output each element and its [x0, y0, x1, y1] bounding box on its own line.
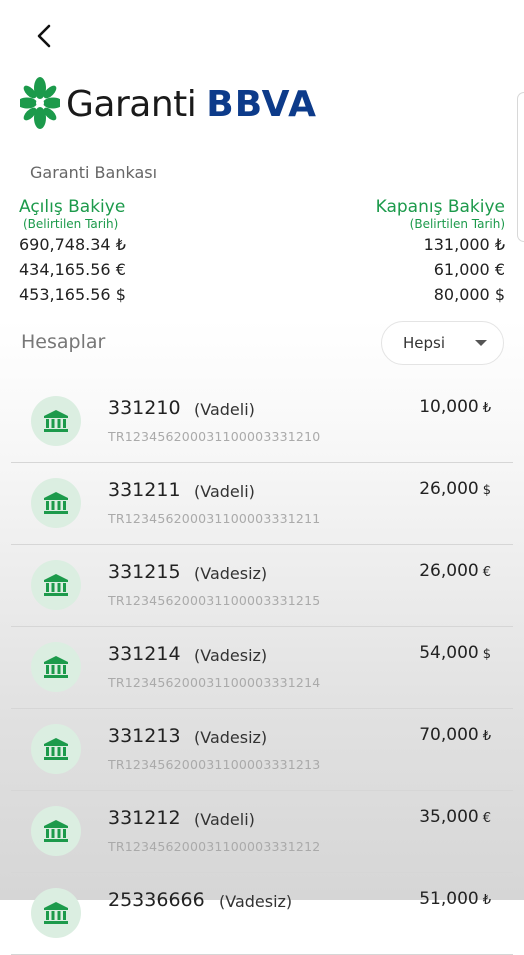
account-type: (Vadesiz) [194, 646, 268, 665]
account-amount: 26,000 $ [419, 479, 491, 499]
side-panel-handle[interactable] [517, 92, 524, 242]
currency-symbol: $ [482, 647, 491, 662]
amount-value: 10,000 [419, 397, 479, 417]
back-button[interactable] [28, 18, 64, 54]
account-number: 331211 [108, 479, 181, 501]
account-row[interactable]: 331212 (Vadeli) TR123456200031100003331212… [11, 791, 513, 873]
account-amount: 54,000 $ [419, 643, 491, 663]
account-iban: TR123456200031100003331210 [108, 429, 321, 444]
brand-suffix: BBVA [206, 83, 317, 125]
amount-value: 26,000 [419, 479, 479, 499]
account-row[interactable]: 331210 (Vadeli) TR123456200031100003331210… [11, 381, 513, 463]
account-type: (Vadesiz) [194, 564, 268, 583]
account-row[interactable]: 331214 (Vadesiz) TR12345620003110000333121… [11, 627, 513, 709]
brand-name: Garanti [66, 83, 197, 125]
opening-balance-subtitle: (Belirtilen Tarih) [23, 217, 119, 231]
caret-down-icon [475, 340, 487, 346]
chevron-left-icon [37, 24, 51, 48]
closing-balance-subtitle: (Belirtilen Tarih) [409, 217, 505, 231]
account-filter-dropdown[interactable]: Hepsi [381, 321, 504, 365]
account-amount: 35,000 € [419, 807, 491, 827]
account-amount: 10,000 ₺ [419, 397, 491, 417]
currency-symbol: € [482, 565, 491, 580]
currency-symbol: € [482, 811, 491, 826]
account-number: 25336666 [108, 889, 205, 911]
bank-building-icon [31, 560, 81, 610]
closing-balance-try: 131,000 ₺ [423, 235, 505, 254]
opening-balance-try: 690,748.34 ₺ [19, 235, 126, 254]
amount-value: 35,000 [419, 807, 479, 827]
currency-symbol: ₺ [482, 893, 491, 908]
amount-value: 51,000 [419, 889, 479, 909]
account-type: (Vadeli) [194, 400, 255, 419]
closing-balance: Kapanış Bakiye (Belirtilen Tarih) 131,00… [376, 197, 505, 307]
clover-logo-icon [20, 77, 60, 129]
currency-symbol: $ [482, 483, 491, 498]
closing-balance-title: Kapanış Bakiye [375, 197, 505, 217]
account-number: 331210 [108, 397, 181, 419]
account-iban: TR123456200031100003331215 [108, 593, 321, 608]
filter-selected-value: Hepsi [403, 334, 446, 352]
account-amount: 70,000 ₺ [419, 725, 491, 745]
bank-name: Garanti Bankası [30, 163, 158, 182]
account-number: 331213 [108, 725, 181, 747]
bank-building-icon [31, 806, 81, 856]
currency-symbol: ₺ [482, 729, 491, 744]
account-number: 331215 [108, 561, 181, 583]
account-row[interactable]: 25336666 (Vadesiz) 51,000 ₺ [11, 873, 513, 955]
brand-logo: Garanti BBVA [20, 74, 317, 134]
amount-value: 26,000 [419, 561, 479, 581]
account-iban: TR123456200031100003331211 [108, 511, 321, 526]
bank-building-icon [31, 724, 81, 774]
accounts-label: Hesaplar [21, 331, 106, 353]
amount-value: 54,000 [419, 643, 479, 663]
account-type: (Vadeli) [194, 810, 255, 829]
account-row[interactable]: 331213 (Vadesiz) TR12345620003110000333121… [11, 709, 513, 791]
account-iban: TR123456200031100003331213 [108, 757, 321, 772]
currency-symbol: ₺ [482, 401, 491, 416]
amount-value: 70,000 [419, 725, 479, 745]
opening-balance-title: Açılış Bakiye [19, 197, 126, 217]
closing-balance-usd: 80,000 $ [433, 285, 505, 304]
account-iban: TR123456200031100003331214 [108, 675, 321, 690]
bank-building-icon [31, 642, 81, 692]
bank-building-icon [31, 888, 81, 938]
opening-balance-eur: 434,165.56 € [19, 260, 126, 279]
account-number: 331212 [108, 807, 181, 829]
account-list: 331210 (Vadeli) TR123456200031100003331210… [11, 381, 513, 955]
account-type: (Vadeli) [194, 482, 255, 501]
closing-balance-eur: 61,000 € [433, 260, 505, 279]
account-iban: TR123456200031100003331212 [108, 839, 321, 854]
account-amount: 51,000 ₺ [419, 889, 491, 909]
bank-building-icon [31, 478, 81, 528]
account-row[interactable]: 331211 (Vadeli) TR123456200031100003331211… [11, 463, 513, 545]
account-type: (Vadesiz) [219, 892, 293, 911]
bank-building-icon [31, 396, 81, 446]
account-number: 331214 [108, 643, 181, 665]
account-row[interactable]: 331215 (Vadesiz) TR12345620003110000333121… [11, 545, 513, 627]
opening-balance: Açılış Bakiye (Belirtilen Tarih) 690,748… [19, 197, 126, 307]
account-type: (Vadesiz) [194, 728, 268, 747]
opening-balance-usd: 453,165.56 $ [19, 285, 126, 304]
account-amount: 26,000 € [419, 561, 491, 581]
